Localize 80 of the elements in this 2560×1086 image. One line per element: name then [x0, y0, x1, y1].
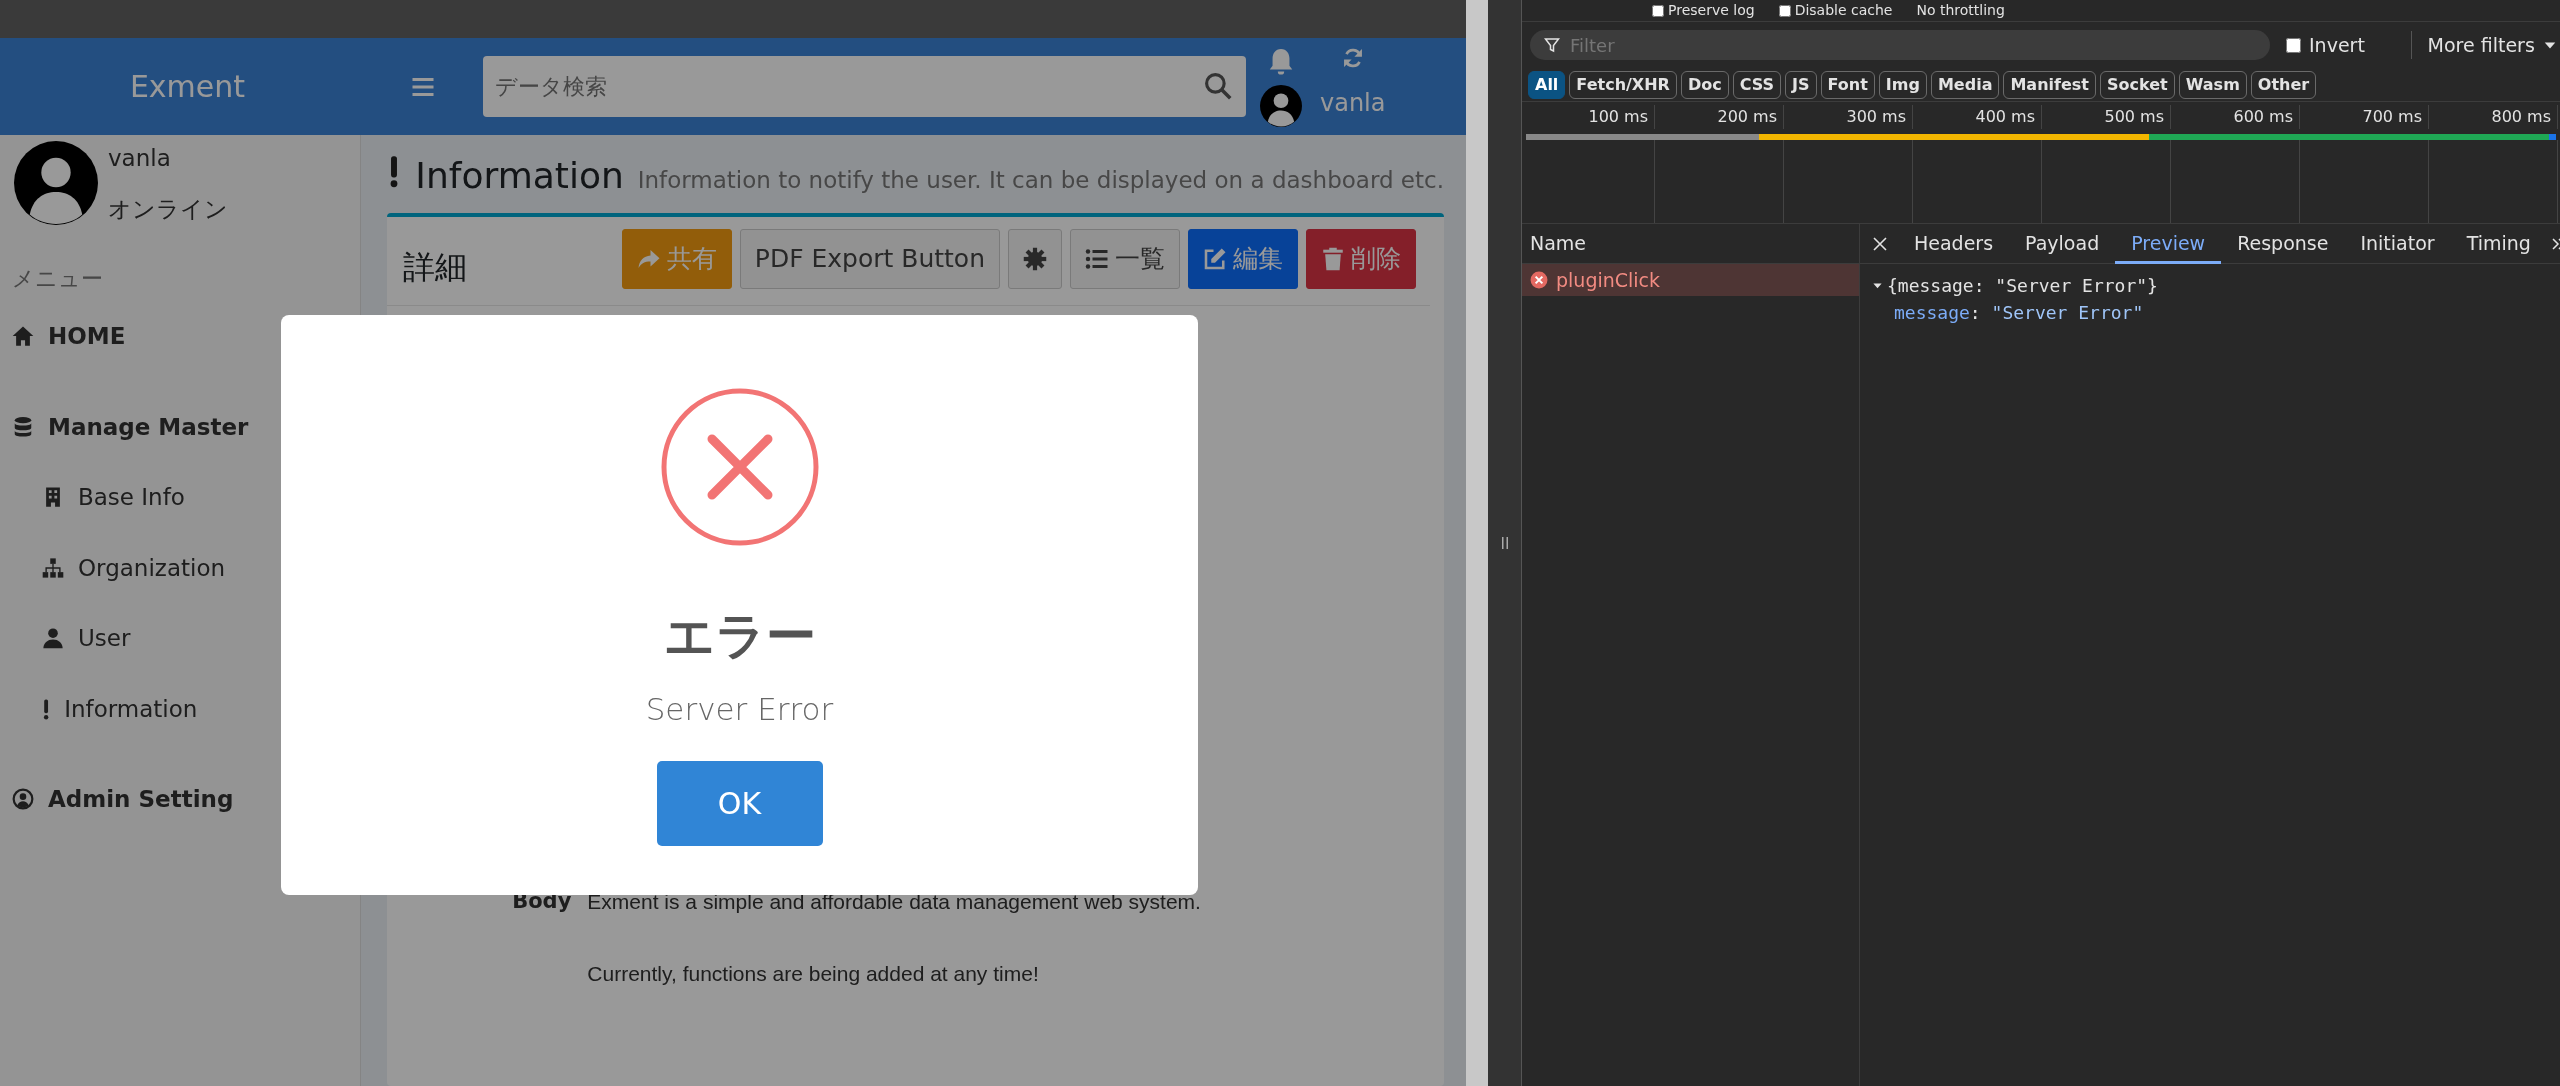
dialog-title: エラー [663, 606, 816, 667]
menu-item-icon [42, 697, 51, 720]
filter-chip[interactable]: Fetch/XHR [1569, 70, 1677, 99]
filter-chip[interactable]: Doc [1680, 70, 1729, 99]
list-button[interactable]: 一覧 [1070, 229, 1180, 289]
tick-label: 700 ms [2362, 107, 2422, 126]
invert-checkbox[interactable] [2286, 37, 2301, 53]
menu-item[interactable]: Organization [0, 532, 361, 603]
checkbox[interactable] [1652, 4, 1664, 17]
user-name: vanla [108, 144, 172, 173]
page-title: Information [415, 154, 624, 198]
checkbox[interactable] [1778, 4, 1791, 17]
menu-item-icon [42, 627, 64, 650]
menu-item[interactable]: Information [0, 673, 361, 744]
filter-chip[interactable]: All [1528, 70, 1566, 99]
filter-chip[interactable]: Img [1878, 70, 1927, 99]
page-subtitle: Information to notify the user. It can be displayed on a dashboard etc. [637, 166, 1444, 195]
trash-icon [1321, 247, 1345, 271]
menu-item-icon [12, 325, 34, 348]
search-icon [1204, 72, 1232, 100]
filter-field[interactable]: Filter [1530, 30, 2270, 60]
online-status: オンライン [108, 194, 228, 224]
checkbox-label[interactable]: Invert [2309, 30, 2365, 60]
menu-item-icon [42, 556, 64, 579]
tick-label: 100 ms [1588, 107, 1648, 126]
more-filters-dropdown[interactable]: More filters [2410, 30, 2557, 60]
checkbox-label[interactable]: Disable cache [1794, 0, 1893, 21]
menu-item[interactable]: User [0, 603, 361, 674]
card-title: 詳細 [403, 247, 468, 288]
filter-chip[interactable]: Font [1820, 70, 1875, 99]
body-text: Exment is a simple and affordable data management web system. [587, 889, 1202, 915]
error-icon [1530, 271, 1548, 289]
edit-icon [1203, 247, 1227, 271]
body-text: Currently, functions are being added at any time! [587, 960, 1040, 987]
tick-label: 200 ms [1717, 107, 1777, 126]
tab[interactable]: Preview [2115, 223, 2222, 264]
menu-item[interactable]: Admin Setting [0, 764, 361, 835]
tab[interactable]: Timing [2450, 223, 2547, 264]
menu-item-icon [12, 415, 34, 438]
dialog-message: Server Error [645, 690, 834, 729]
menu-item-icon [12, 788, 34, 811]
json-property: message: "Server Error" [1894, 302, 2144, 323]
throttling-dropdown[interactable]: No throttling [1916, 0, 2005, 21]
checkbox-label[interactable]: Preserve log [1668, 0, 1755, 21]
menu-label: メニュー [11, 265, 104, 293]
menu-item[interactable]: Base Info [0, 462, 361, 533]
caret-icon[interactable] [1872, 280, 1883, 291]
tick-label: 600 ms [2233, 107, 2293, 126]
list-icon [1085, 247, 1109, 271]
tick-label: 400 ms [1975, 107, 2035, 126]
tick-label: 300 ms [1846, 107, 1906, 126]
request-row[interactable]: pluginClick [1522, 264, 1859, 296]
filter-chip[interactable]: Manifest [2003, 70, 2096, 99]
menu-item[interactable]: Manage Master [0, 391, 361, 462]
pdf-export-button[interactable]: PDF Export Button [739, 229, 1000, 289]
menu-item[interactable]: HOME [0, 301, 361, 372]
filter-chip[interactable]: Media [1930, 70, 2000, 99]
avatar-icon [1260, 84, 1302, 127]
filter-chip[interactable]: Other [2250, 70, 2317, 99]
filter-chip[interactable]: Socket [2100, 70, 2175, 99]
refresh-icon [1341, 46, 1364, 69]
filter-chip[interactable]: JS [1785, 70, 1817, 99]
tab[interactable]: Headers [1898, 223, 2010, 264]
filter-chip[interactable]: Wasm [2178, 70, 2247, 99]
json-summary: {message: "Server Error"} [1887, 274, 2158, 298]
filter-chip[interactable]: CSS [1732, 70, 1782, 99]
close-icon[interactable] [1872, 235, 1888, 252]
tick-label: 800 ms [2491, 107, 2551, 126]
filter-icon [1544, 37, 1560, 53]
tab[interactable]: Initiator [2344, 223, 2451, 264]
column-header: Name [1530, 231, 1587, 257]
avatar-icon [14, 141, 98, 225]
tick-label: 500 ms [2104, 107, 2164, 126]
search-field[interactable]: データ検索 [483, 56, 1246, 117]
tab[interactable]: Response [2221, 223, 2345, 264]
error-icon [659, 387, 820, 547]
settings-button[interactable] [1008, 229, 1062, 289]
tab[interactable]: Payload [2009, 223, 2116, 264]
settings-icon [1023, 247, 1047, 271]
ok-button[interactable]: OK [656, 760, 823, 846]
